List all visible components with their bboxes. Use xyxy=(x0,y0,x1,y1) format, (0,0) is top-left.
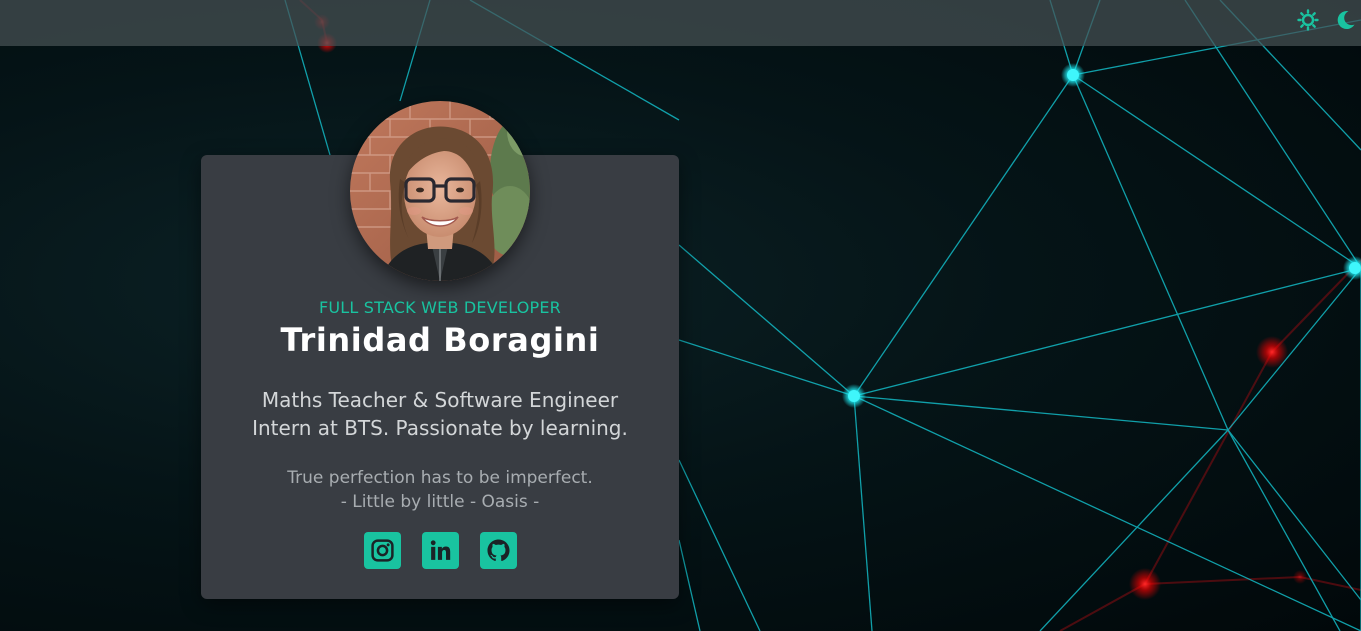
dark-theme-toggle[interactable] xyxy=(1333,8,1357,32)
linkedin-link[interactable] xyxy=(421,532,459,569)
github-icon xyxy=(486,539,510,561)
quote-line: True perfection has to be imperfect. xyxy=(287,468,593,488)
bio-line: Maths Teacher & Software Engineer xyxy=(261,388,619,412)
top-navbar xyxy=(0,0,1361,46)
profile-photo xyxy=(350,101,530,281)
social-links xyxy=(201,532,679,569)
bio-line: Intern at BTS. Passionate by learning. xyxy=(252,416,628,440)
profile-bio: Maths Teacher & Software Engineer Intern… xyxy=(221,386,659,442)
instagram-icon xyxy=(370,539,394,562)
light-theme-toggle[interactable] xyxy=(1296,8,1320,32)
instagram-link[interactable] xyxy=(363,532,401,569)
linkedin-icon xyxy=(430,540,450,560)
profile-quote: True perfection has to be imperfect. - L… xyxy=(221,466,659,514)
page-background: FULL STACK WEB DEVELOPER Trinidad Boragi… xyxy=(0,0,1361,631)
profile-name: Trinidad Boragini xyxy=(280,321,600,359)
quote-line: - Little by little - Oasis - xyxy=(340,492,540,512)
github-link[interactable] xyxy=(479,532,517,569)
sun-icon xyxy=(1297,9,1319,31)
job-title: FULL STACK WEB DEVELOPER xyxy=(318,298,562,317)
avatar xyxy=(350,101,530,281)
moon-icon xyxy=(1337,11,1355,30)
